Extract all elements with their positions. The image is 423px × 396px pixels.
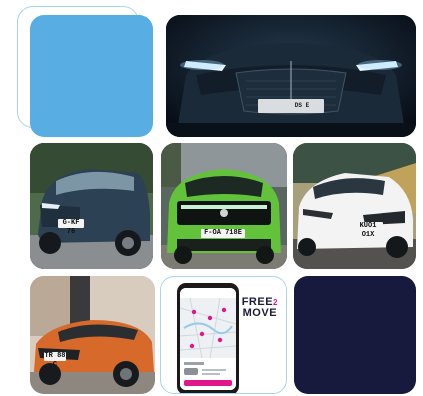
brand-two: 2 bbox=[273, 298, 278, 307]
ds-car-image[interactable]: DS E bbox=[166, 15, 416, 137]
phone-mockup bbox=[177, 283, 239, 393]
suv-illustration bbox=[30, 143, 153, 269]
map-screen-illustration bbox=[180, 288, 236, 390]
blue-color-block bbox=[30, 15, 153, 137]
corsa-license-plate: KUO1 O1X bbox=[353, 222, 383, 239]
c4-illustration bbox=[30, 276, 155, 394]
free2move-app-tile[interactable]: FREE2 MOVE bbox=[160, 276, 287, 394]
ds-car-illustration bbox=[166, 15, 416, 137]
c4-license-plate: TR 88 C bbox=[44, 352, 66, 369]
ds-badge-text: DS E bbox=[294, 102, 310, 109]
mokka-license-plate: F-OA 718E bbox=[201, 229, 245, 238]
citroen-c4-image[interactable]: TR 88 C bbox=[30, 276, 155, 394]
free2move-logo: FREE2 MOVE bbox=[242, 297, 278, 319]
corsa-illustration bbox=[293, 143, 416, 269]
phone-screen bbox=[180, 288, 236, 390]
opel-mokka-image[interactable]: F-OA 718E bbox=[161, 143, 287, 269]
suv-license-plate: G-KF 76 bbox=[58, 219, 84, 236]
opel-corsa-image[interactable]: KUO1 O1X bbox=[293, 143, 416, 269]
peugeot-suv-image[interactable]: G-KF 76 bbox=[30, 143, 153, 269]
brand-move: MOVE bbox=[242, 307, 278, 319]
mokka-illustration bbox=[161, 143, 287, 269]
navy-color-block bbox=[294, 276, 416, 394]
